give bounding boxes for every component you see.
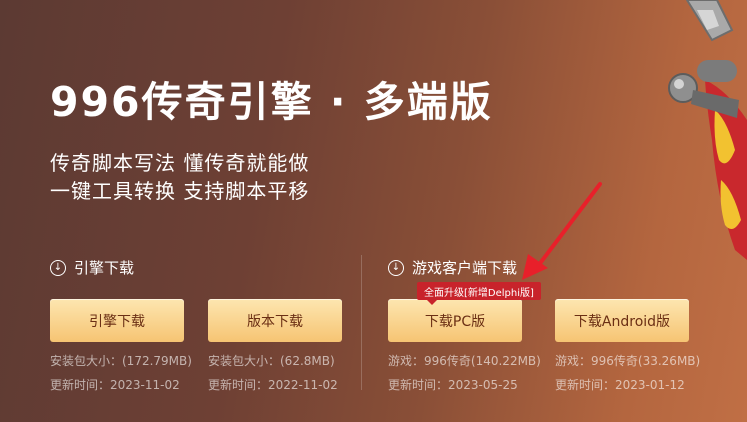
tagline-line-2: 一键工具转换 支持脚本平移 bbox=[50, 179, 310, 203]
download-circle-icon: ↓ bbox=[50, 259, 66, 276]
pc-download-button[interactable]: 下载PC版 bbox=[388, 299, 522, 342]
tagline-line-1: 传奇脚本写法 懂传奇就能做 bbox=[50, 151, 310, 175]
hero-title: 996传奇引擎 · 多端版 bbox=[50, 78, 493, 126]
version-download-button[interactable]: 版本下载 bbox=[208, 299, 342, 342]
pc-update-time: 更新时间：2023-05-25 bbox=[388, 378, 518, 392]
engine-download-heading-label: 引擎下载 bbox=[74, 259, 135, 277]
client-download-heading: ↓ 游戏客户端下载 bbox=[388, 257, 517, 278]
engine-package-size: 安装包大小：(172.79MB) bbox=[50, 354, 192, 368]
download-circle-icon: ↓ bbox=[388, 259, 404, 276]
android-update-time: 更新时间：2023-01-12 bbox=[555, 378, 685, 392]
android-download-button[interactable]: 下载Android版 bbox=[555, 299, 689, 342]
pc-game-size: 游戏：996传奇(140.22MB) bbox=[388, 354, 541, 368]
engine-update-time: 更新时间：2023-11-02 bbox=[50, 378, 180, 392]
section-divider bbox=[361, 255, 362, 390]
version-update-time: 更新时间：2022-11-02 bbox=[208, 378, 338, 392]
sword-banner-art bbox=[668, 0, 747, 260]
engine-download-button[interactable]: 引擎下载 bbox=[50, 299, 184, 342]
version-package-size: 安装包大小：(62.8MB) bbox=[208, 354, 335, 368]
android-game-size: 游戏：996传奇(33.26MB) bbox=[555, 354, 701, 368]
annotation-arrow bbox=[522, 182, 602, 280]
engine-download-heading: ↓ 引擎下载 bbox=[50, 257, 134, 278]
